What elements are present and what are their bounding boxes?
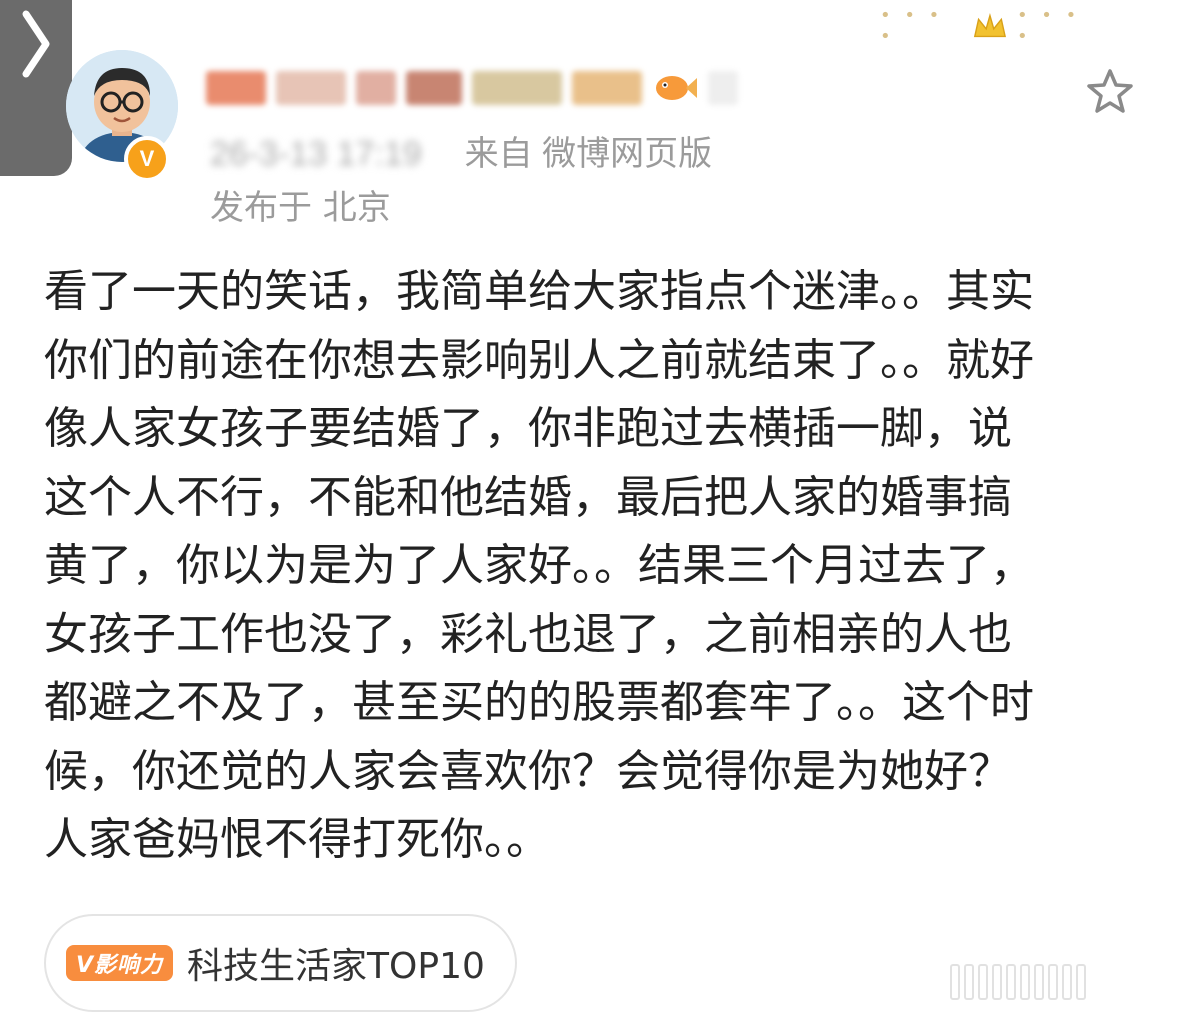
- redacted-block: [572, 71, 642, 105]
- redacted-block: [708, 71, 738, 105]
- favorite-button[interactable]: [1082, 64, 1138, 120]
- post-body-line: 都避之不及了，甚至买的的股票都套牢了。。这个时: [44, 677, 1034, 728]
- fish-icon: [656, 76, 697, 100]
- post-body-line: 看了一天的笑话，我简单给大家指点个迷津。。其实: [44, 266, 1034, 317]
- decoration-dots: • • • •: [880, 5, 944, 47]
- post-body-line: 候，你还觉的人家会喜欢你？会觉得你是为她好？: [44, 745, 1012, 797]
- decoration-dots-right: • • • •: [1016, 5, 1081, 47]
- weibo-post-screen: • • • • • • • • V 26-3-13 17:19 来自 微博网页版…: [0, 0, 1179, 1014]
- back-tab[interactable]: [0, 0, 72, 176]
- post-body-line: 这个人不行，不能和他结婚，最后把人家的婚事搞: [44, 471, 1012, 523]
- post-body-line: 像人家女孩子要结婚了，你非跑过去横插一脚，说: [44, 403, 1012, 454]
- redacted-block: [356, 71, 396, 105]
- post-body-line: 你们的前途在你想去影响别人之前就结束了。。就好: [44, 334, 1034, 386]
- post-timestamp: 26-3-13 17:19: [210, 135, 422, 173]
- post-body: 看了一天的笑话，我简单给大家指点个迷津。。其实 你们的前途在你想去影响别人之前就…: [44, 258, 1134, 875]
- crown-icon: [973, 12, 1007, 38]
- post-meta: 26-3-13 17:19 来自 微博网页版: [210, 126, 712, 175]
- influence-tag[interactable]: V影响力 科技生活家TOP10: [44, 914, 517, 1012]
- post-body-line: 人家爸妈恨不得打死你。。: [44, 814, 550, 865]
- member-decoration: • • • • • • • •: [880, 5, 1100, 47]
- redacted-block: [472, 71, 562, 105]
- watermark: [950, 962, 1170, 1002]
- post-location: 发布于 北京: [210, 188, 391, 228]
- post-body-line: 女孩子工作也没了，彩礼也退了，之前相亲的人也: [44, 608, 1012, 660]
- redacted-block: [406, 71, 462, 105]
- influence-badge: V影响力: [66, 945, 174, 981]
- verified-badge: V: [124, 136, 170, 182]
- v-verified-icon: V: [139, 146, 155, 171]
- star-outline-icon: [1087, 69, 1133, 113]
- influence-label: 科技生活家TOP10: [187, 946, 485, 987]
- redacted-block: [206, 71, 266, 105]
- username-obscured[interactable]: [206, 64, 738, 112]
- post-body-line: 黄了，你以为是为了人家好。。结果三个月过去了，: [44, 540, 1034, 591]
- post-source[interactable]: 来自 微博网页版: [465, 135, 712, 173]
- chevron-right-icon: [22, 10, 50, 78]
- redacted-block: [276, 71, 346, 105]
